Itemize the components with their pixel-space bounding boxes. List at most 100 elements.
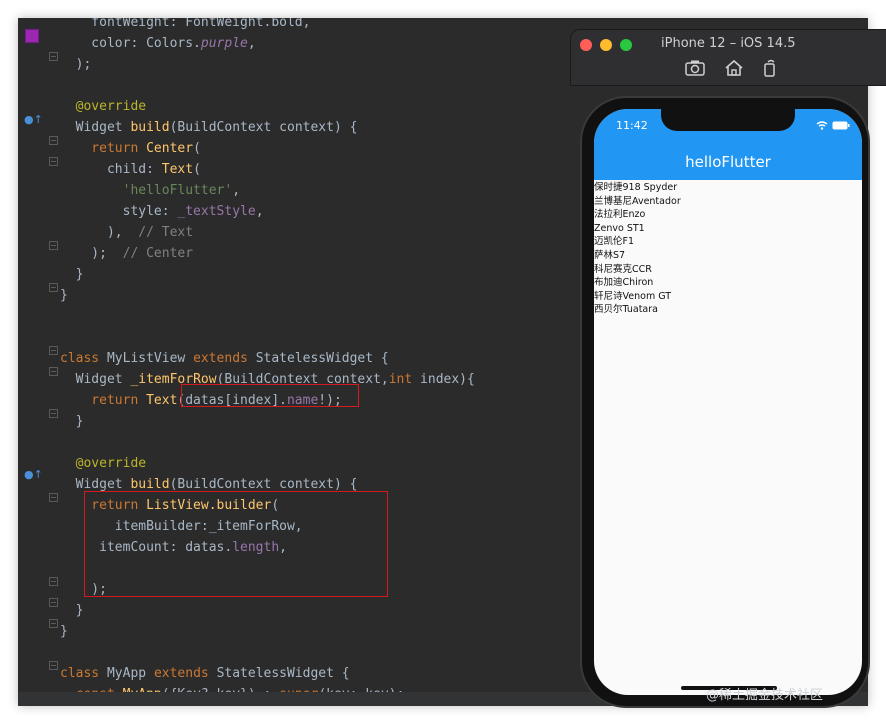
notch xyxy=(661,109,795,131)
highlight-box-listview xyxy=(84,491,388,597)
fold-toggle-icon[interactable] xyxy=(49,136,58,145)
code-token: 'helloFlutter' xyxy=(60,183,233,198)
code-token: child: xyxy=(60,162,162,177)
list-item[interactable]: 布加迪Chiron xyxy=(594,276,862,290)
code-token: Center xyxy=(146,141,194,156)
fold-toggle-icon[interactable] xyxy=(49,493,58,502)
code-token: class xyxy=(60,351,107,366)
code-token: (BuildContext context) { xyxy=(169,120,358,135)
minimize-button[interactable] xyxy=(600,39,612,51)
code-line[interactable]: Widget build(BuildContext context) { xyxy=(60,117,358,138)
list-item[interactable]: Zenvo ST1 xyxy=(594,222,862,236)
code-token: } xyxy=(60,624,68,639)
code-line[interactable]: } xyxy=(60,600,84,621)
code-token: ( xyxy=(193,162,201,177)
code-token: extends xyxy=(193,351,256,366)
fold-toggle-icon[interactable] xyxy=(49,619,58,628)
code-line[interactable]: } xyxy=(60,264,84,285)
watermark: @稀土掘金技术社区 xyxy=(706,688,824,703)
fold-toggle-icon[interactable] xyxy=(49,283,58,292)
code-token: MyApp xyxy=(106,666,154,681)
rotate-icon[interactable] xyxy=(759,59,781,77)
code-token: // Center xyxy=(122,246,194,261)
code-line[interactable]: child: Text( xyxy=(60,159,201,180)
list-item[interactable]: 保时捷918 Spyder xyxy=(594,181,862,195)
code-token: } xyxy=(60,414,84,429)
code-line[interactable]: } xyxy=(60,621,68,642)
fold-toggle-icon[interactable] xyxy=(49,52,58,61)
list-item[interactable]: 萨林S7 xyxy=(594,249,862,263)
code-token: class xyxy=(60,666,107,681)
home-icon[interactable] xyxy=(723,59,745,77)
list-item[interactable]: 法拉利Enzo xyxy=(594,208,862,222)
code-token: , xyxy=(232,183,241,198)
override-marker-icon[interactable]: ●↑ xyxy=(24,114,43,126)
list-item[interactable]: 轩尼诗Venom GT xyxy=(594,290,862,304)
close-button[interactable] xyxy=(580,39,592,51)
fold-toggle-icon[interactable] xyxy=(49,346,58,355)
fold-toggle-icon[interactable] xyxy=(49,367,58,376)
fold-toggle-icon[interactable] xyxy=(49,241,58,250)
list-item[interactable]: 科尼赛克CCR xyxy=(594,263,862,277)
code-token: // Text xyxy=(138,225,194,240)
code-token: } xyxy=(60,288,68,303)
list-item[interactable]: 迈凯伦F1 xyxy=(594,235,862,249)
code-line[interactable]: fontWeight: FontWeight.bold, xyxy=(60,18,310,33)
code-token: build xyxy=(130,477,170,492)
simulator-title: iPhone 12 – iOS 14.5 xyxy=(661,36,796,51)
code-token: int xyxy=(388,372,421,387)
code-line[interactable]: class MyApp extends StatelessWidget { xyxy=(60,663,350,684)
code-line[interactable]: @override xyxy=(60,96,146,117)
code-token: Widget xyxy=(60,477,131,492)
highlight-box-text-arg xyxy=(181,384,359,407)
fold-toggle-icon[interactable] xyxy=(49,577,58,586)
code-line[interactable]: class MyListView extends StatelessWidget… xyxy=(60,348,389,369)
code-token: style: xyxy=(60,204,178,219)
code-token: @override xyxy=(60,99,147,114)
code-line[interactable]: style: _textStyle, xyxy=(60,201,264,222)
fold-toggle-icon[interactable] xyxy=(49,661,58,670)
code-line[interactable]: } xyxy=(60,285,68,306)
code-token: ); xyxy=(60,246,123,261)
code-token: ( xyxy=(193,141,201,156)
camera-icon[interactable] xyxy=(684,59,706,77)
code-token: ), xyxy=(60,225,139,240)
code-token: purple xyxy=(200,36,248,51)
code-token: Text xyxy=(146,393,178,408)
fold-toggle-icon[interactable] xyxy=(49,598,58,607)
car-list[interactable]: 保时捷918 Spyder 兰博基尼Aventador 法拉利Enzo Zenvo S… xyxy=(594,181,862,317)
code-line[interactable]: color: Colors.purple, xyxy=(60,33,255,54)
editor-gutter: ●↑ ●↑ xyxy=(18,18,60,706)
fold-toggle-icon[interactable] xyxy=(49,409,58,418)
code-token: StatelessWidget { xyxy=(216,666,350,681)
iphone-screen: 11:42 helloFlutter 保时捷918 Spyder 兰博基尼Aven… xyxy=(594,109,862,695)
code-line[interactable]: @override xyxy=(60,453,146,474)
app-bar: 11:42 helloFlutter xyxy=(594,109,862,180)
code-token: MyListView xyxy=(106,351,194,366)
list-item[interactable]: 西贝尔Tuatara xyxy=(594,303,862,317)
wifi-icon xyxy=(816,121,828,130)
code-token: extends xyxy=(153,666,217,681)
simulator-titlebar: iPhone 12 – iOS 14.5 xyxy=(570,29,886,86)
override-marker-icon[interactable]: ●↑ xyxy=(24,469,43,481)
maximize-button[interactable] xyxy=(620,39,632,51)
code-token: Widget xyxy=(60,372,131,387)
code-token: , xyxy=(255,204,264,219)
code-token: ); xyxy=(60,57,92,72)
code-line[interactable]: return Center( xyxy=(60,138,201,159)
code-line[interactable]: 'helloFlutter', xyxy=(60,180,240,201)
code-token: Widget xyxy=(60,120,131,135)
code-line[interactable]: ); // Center xyxy=(60,243,193,264)
code-token: (BuildContext context) { xyxy=(169,477,358,492)
code-token: color: Colors. xyxy=(60,36,201,51)
code-line[interactable]: ); xyxy=(60,54,92,75)
status-time: 11:42 xyxy=(616,119,648,132)
code-line[interactable]: ), // Text xyxy=(60,222,193,243)
list-item[interactable]: 兰博基尼Aventador xyxy=(594,195,862,209)
code-token: return xyxy=(60,141,147,156)
code-token: @override xyxy=(60,456,147,471)
code-token: fontWeight: FontWeight.bold, xyxy=(60,18,311,30)
code-line[interactable]: } xyxy=(60,411,84,432)
code-token: } xyxy=(60,603,84,618)
fold-toggle-icon[interactable] xyxy=(49,157,58,166)
